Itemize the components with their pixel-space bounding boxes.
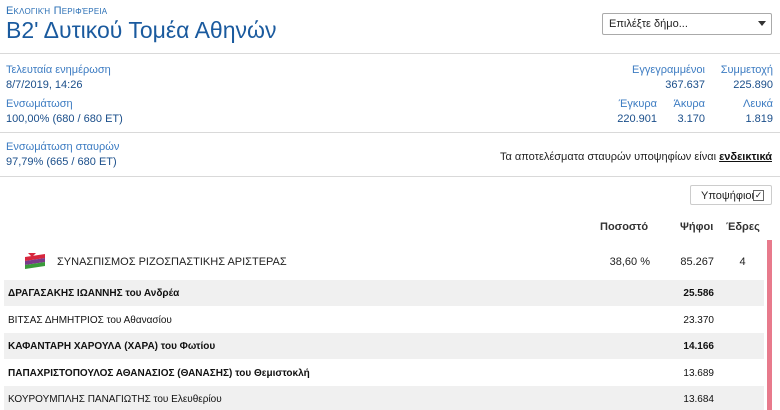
- cross-votes-summary: Ενσωμάτωση σταυρών 97,79% (665 / 680 ΕΤ)…: [0, 134, 780, 177]
- incorporation-value: 100,00% (680 / 680 ΕΤ): [6, 113, 123, 125]
- party-color-bar: [767, 240, 772, 410]
- registered-label: Εγγεγραμμένοι: [632, 64, 705, 76]
- column-header-votes: Ψήφοι: [680, 221, 714, 233]
- party-votes: 85.267: [680, 256, 714, 268]
- results-summary: Τελευταία ενημέρωση 8/7/2019, 14:26 Ενσω…: [0, 55, 780, 133]
- valid-label: Έγκυρα: [618, 98, 657, 110]
- candidate-votes: 25.586: [683, 288, 714, 299]
- last-update-label: Τελευταία ενημέρωση: [6, 64, 111, 76]
- candidate-name: ΔΡΑΓΑΣΑΚΗΣ ΙΩΑΝΝΗΣ του Ανδρέα: [8, 288, 180, 299]
- page-title: Β2' Δυτικού Τομέα Αθηνών: [6, 17, 277, 43]
- invalid-value: 3.170: [677, 113, 705, 125]
- candidate-name: ΒΙΤΣΑΣ ΔΗΜΗΤΡΙΟΣ του Αθανασίου: [8, 315, 172, 326]
- page-header: Εκλογική Περιφέρεια Β2' Δυτικού Τομέα Αθ…: [0, 0, 780, 54]
- turnout-value: 225.890: [733, 79, 773, 91]
- party-row[interactable]: ΣΥΝΑΣΠΙΣΜΟΣ ΡΙΖΟΣΠΑΣΤΙΚΗΣ ΑΡΙΣΤΕΡΑΣ 38,6…: [0, 246, 764, 279]
- cross-incorporation-label: Ενσωμάτωση σταυρών: [6, 141, 120, 153]
- candidate-votes: 23.370: [683, 315, 714, 326]
- candidates-toggle-label: Υποψήφιοι: [701, 190, 754, 202]
- party-name: ΣΥΝΑΣΠΙΣΜΟΣ ΡΙΖΟΣΠΑΣΤΙΚΗΣ ΑΡΙΣΤΕΡΑΣ: [57, 256, 287, 268]
- candidate-votes: 13.689: [683, 368, 714, 379]
- chevron-down-icon: [758, 21, 766, 26]
- candidate-votes: 14.166: [683, 341, 714, 352]
- turnout-label: Συμμετοχή: [720, 64, 773, 76]
- municipality-select[interactable]: Επιλέξτε δήμο...: [602, 13, 772, 35]
- candidate-row: ΠΑΠΑΧΡΙΣΤΟΠΟΥΛΟΣ ΑΘΑΝΑΣΙΟΣ (ΘΑΝΑΣΗΣ) του…: [4, 360, 764, 386]
- candidate-row: ΚΟΥΡΟΥΜΠΛΗΣ ΠΑΝΑΓΙΩΤΗΣ του Ελευθερίου 13…: [4, 386, 764, 410]
- syriza-logo-icon: [25, 253, 45, 269]
- checkbox-checked-icon[interactable]: ✓: [753, 190, 764, 201]
- party-seats: 4: [739, 256, 746, 268]
- cross-note: Τα αποτελέσματα σταυρών υποψηφίων είναι …: [500, 151, 772, 163]
- region-label: Εκλογική Περιφέρεια: [6, 5, 108, 17]
- column-header-percent: Ποσοστό: [600, 221, 649, 233]
- party-percent: 38,60 %: [609, 256, 650, 268]
- candidate-row: ΚΑΦΑΝΤΑΡΗ ΧΑΡΟΥΛΑ (ΧΑΡΑ) του Φωτίου 14.1…: [4, 333, 764, 359]
- indicative-link[interactable]: ενδεικτικά: [719, 151, 772, 163]
- candidate-row: ΔΡΑΓΑΣΑΚΗΣ ΙΩΑΝΝΗΣ του Ανδρέα 25.586: [4, 280, 764, 306]
- candidate-votes: 13.684: [683, 394, 714, 405]
- registered-value: 367.637: [665, 79, 705, 91]
- blank-label: Λευκά: [743, 98, 773, 110]
- candidate-name: ΚΟΥΡΟΥΜΠΛΗΣ ΠΑΝΑΓΙΩΤΗΣ του Ελευθερίου: [8, 394, 222, 405]
- column-header-seats: Έδρες: [726, 221, 760, 233]
- candidate-name: ΚΑΦΑΝΤΑΡΗ ΧΑΡΟΥΛΑ (ΧΑΡΑ) του Φωτίου: [8, 341, 216, 352]
- incorporation-label: Ενσωμάτωση: [6, 98, 73, 110]
- blank-value: 1.819: [745, 113, 773, 125]
- candidate-row: ΒΙΤΣΑΣ ΔΗΜΗΤΡΙΟΣ του Αθανασίου 23.370: [4, 307, 764, 333]
- candidates-toggle[interactable]: Υποψήφιοι ✓: [690, 185, 772, 205]
- cross-note-text: Τα αποτελέσματα σταυρών υποψηφίων είναι: [499, 151, 720, 163]
- invalid-label: Άκυρα: [673, 98, 705, 110]
- municipality-select-value: Επιλέξτε δήμο...: [609, 18, 688, 30]
- last-update-value: 8/7/2019, 14:26: [6, 79, 83, 91]
- valid-value: 220.901: [617, 113, 657, 125]
- cross-incorporation-value: 97,79% (665 / 680 ΕΤ): [6, 156, 117, 168]
- candidate-name: ΠΑΠΑΧΡΙΣΤΟΠΟΥΛΟΣ ΑΘΑΝΑΣΙΟΣ (ΘΑΝΑΣΗΣ) του…: [8, 368, 310, 379]
